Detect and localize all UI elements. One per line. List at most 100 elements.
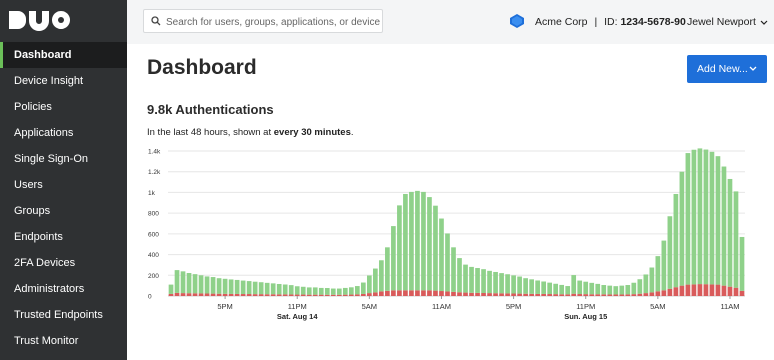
failure-bar[interactable] [511, 293, 516, 296]
failure-bar[interactable] [481, 292, 486, 296]
failure-bar[interactable] [655, 291, 661, 296]
failure-bar[interactable] [354, 294, 360, 296]
failure-bar[interactable] [625, 294, 631, 296]
success-bar[interactable] [228, 279, 234, 294]
failure-bar[interactable] [318, 294, 324, 296]
failure-bar[interactable] [523, 293, 528, 296]
sidebar-item-users[interactable]: Users [0, 172, 127, 198]
sidebar-item-groups[interactable]: Groups [0, 198, 127, 224]
success-bar[interactable] [409, 191, 414, 291]
failure-bar[interactable] [294, 294, 300, 296]
failure-bar[interactable] [733, 287, 739, 296]
success-bar[interactable] [234, 279, 240, 294]
success-bar[interactable] [240, 280, 246, 295]
success-bar[interactable] [613, 286, 619, 295]
failure-bar[interactable] [174, 292, 180, 296]
sidebar-item-trusted-endpoints[interactable]: Trusted Endpoints [0, 302, 127, 328]
success-bar[interactable] [433, 205, 438, 291]
failure-bar[interactable] [409, 290, 414, 296]
success-bar[interactable] [643, 274, 649, 294]
success-bar[interactable] [439, 218, 444, 292]
failure-bar[interactable] [282, 294, 288, 296]
failure-bar[interactable] [234, 293, 240, 296]
failure-bar[interactable] [643, 293, 649, 296]
failure-bar[interactable] [667, 288, 673, 296]
success-bar[interactable] [517, 276, 522, 294]
failure-bar[interactable] [661, 290, 667, 296]
sidebar-item-dashboard[interactable]: Dashboard [0, 42, 127, 68]
success-bar[interactable] [649, 267, 655, 293]
success-bar[interactable] [583, 281, 589, 295]
failure-bar[interactable] [739, 290, 745, 296]
failure-bar[interactable] [697, 284, 703, 296]
failure-bar[interactable] [703, 284, 709, 296]
success-bar[interactable] [427, 197, 432, 291]
success-bar[interactable] [342, 287, 348, 295]
failure-bar[interactable] [204, 293, 210, 296]
failure-bar[interactable] [264, 294, 270, 296]
success-bar[interactable] [385, 247, 390, 291]
user-menu[interactable]: Jewel Newport [687, 16, 768, 28]
success-bar[interactable] [565, 286, 571, 295]
search-box[interactable] [143, 9, 383, 33]
success-bar[interactable] [679, 171, 685, 286]
success-bar[interactable] [463, 264, 468, 293]
success-bar[interactable] [541, 281, 546, 294]
success-bar[interactable] [210, 277, 216, 294]
failure-bar[interactable] [493, 293, 498, 296]
success-bar[interactable] [168, 284, 174, 294]
success-bar[interactable] [715, 156, 721, 285]
failure-bar[interactable] [571, 293, 577, 296]
success-bar[interactable] [607, 285, 613, 295]
failure-bar[interactable] [715, 284, 721, 296]
success-bar[interactable] [685, 153, 691, 285]
failure-bar[interactable] [348, 294, 354, 296]
sidebar-item-trust-monitor[interactable]: Trust Monitor [0, 328, 127, 354]
failure-bar[interactable] [673, 287, 679, 296]
failure-bar[interactable] [180, 293, 186, 296]
success-bar[interactable] [589, 282, 595, 295]
failure-bar[interactable] [439, 291, 444, 296]
failure-bar[interactable] [541, 293, 546, 296]
success-bar[interactable] [529, 279, 534, 294]
failure-bar[interactable] [619, 294, 625, 296]
failure-bar[interactable] [691, 284, 697, 296]
failure-bar[interactable] [631, 294, 637, 296]
success-bar[interactable] [547, 282, 553, 295]
failure-bar[interactable] [565, 294, 571, 296]
success-bar[interactable] [300, 286, 306, 295]
failure-bar[interactable] [577, 294, 583, 296]
success-bar[interactable] [282, 284, 288, 295]
success-bar[interactable] [373, 268, 378, 293]
success-bar[interactable] [445, 233, 450, 292]
success-bar[interactable] [487, 270, 492, 294]
failure-bar[interactable] [709, 284, 715, 296]
sidebar-item-policies[interactable]: Policies [0, 94, 127, 120]
success-bar[interactable] [270, 283, 276, 295]
success-bar[interactable] [403, 193, 408, 291]
failure-bar[interactable] [721, 285, 727, 296]
success-bar[interactable] [727, 178, 733, 287]
add-new-button[interactable]: Add New... [687, 55, 767, 83]
sidebar-item-2fa-devices[interactable]: 2FA Devices [0, 250, 127, 276]
failure-bar[interactable] [613, 294, 619, 296]
success-bar[interactable] [535, 280, 540, 294]
failure-bar[interactable] [547, 294, 553, 296]
failure-bar[interactable] [342, 294, 348, 296]
failure-bar[interactable] [216, 293, 222, 296]
failure-bar[interactable] [529, 293, 534, 296]
success-bar[interactable] [216, 278, 222, 294]
success-bar[interactable] [595, 283, 601, 295]
success-bar[interactable] [246, 281, 252, 295]
success-bar[interactable] [252, 281, 258, 295]
success-bar[interactable] [733, 191, 739, 288]
failure-bar[interactable] [367, 293, 372, 296]
failure-bar[interactable] [457, 292, 462, 296]
success-bar[interactable] [571, 275, 577, 294]
failure-bar[interactable] [336, 294, 342, 296]
search-input[interactable] [164, 13, 382, 31]
failure-bar[interactable] [246, 294, 252, 296]
success-bar[interactable] [288, 285, 294, 295]
failure-bar[interactable] [535, 293, 540, 296]
failure-bar[interactable] [427, 290, 432, 296]
